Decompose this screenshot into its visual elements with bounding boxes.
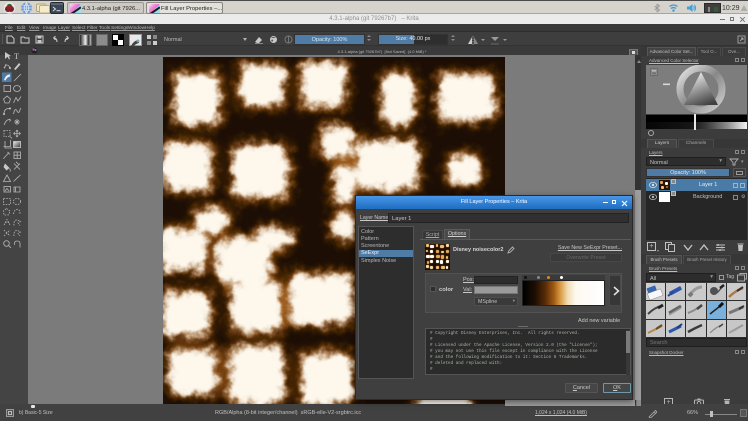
svg-text:T: T <box>14 52 19 61</box>
